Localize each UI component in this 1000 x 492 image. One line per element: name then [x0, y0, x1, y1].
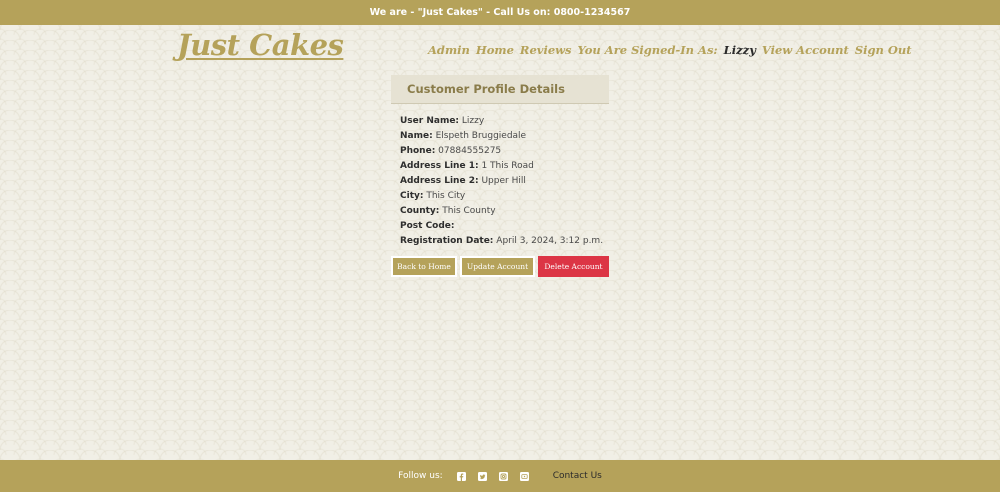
nav-view-account[interactable]: View Account: [762, 43, 849, 57]
nav-admin[interactable]: Admin: [428, 43, 470, 57]
detail-label: Name:: [400, 131, 433, 141]
detail-label: Registration Date:: [400, 236, 494, 246]
follow-us-label: Follow us:: [398, 471, 443, 481]
detail-value: 07884555275: [438, 146, 502, 156]
detail-label: County:: [400, 206, 440, 216]
detail-row-name: Name: Elspeth Bruggiedale: [400, 129, 603, 144]
detail-row-address-1: Address Line 1: 1 This Road: [400, 159, 603, 174]
profile-details: User Name: Lizzy Name: Elspeth Bruggieda…: [400, 114, 603, 249]
nav-sign-out[interactable]: Sign Out: [855, 43, 912, 57]
nav-reviews[interactable]: Reviews: [520, 43, 572, 57]
detail-value: Elspeth Bruggiedale: [435, 131, 527, 141]
detail-label: Address Line 1:: [400, 161, 479, 171]
detail-label: Post Code:: [400, 221, 455, 231]
detail-row-address-2: Address Line 2: Upper Hill: [400, 174, 603, 189]
detail-label: Address Line 2:: [400, 176, 479, 186]
facebook-icon[interactable]: [456, 471, 466, 481]
detail-row-postcode: Post Code:: [400, 219, 603, 234]
nav-home[interactable]: Home: [476, 43, 514, 57]
instagram-icon[interactable]: [498, 471, 508, 481]
detail-value: Upper Hill: [481, 176, 526, 186]
profile-card-header: Customer Profile Details: [391, 75, 609, 104]
contact-us-link[interactable]: Contact Us: [553, 471, 602, 481]
announcement-text: We are - "Just Cakes" - Call Us on: 0800…: [369, 7, 631, 18]
detail-value: Lizzy: [461, 116, 485, 126]
detail-value: 1 This Road: [481, 161, 534, 171]
back-to-home-button[interactable]: Back to Home: [391, 256, 457, 277]
detail-row-phone: Phone: 07884555275: [400, 144, 603, 159]
site-logo[interactable]: Just Cakes: [177, 28, 344, 62]
signed-in-username: Lizzy: [723, 43, 756, 57]
detail-value: This City: [426, 191, 466, 201]
detail-label: City:: [400, 191, 424, 201]
top-announcement-bar: We are - "Just Cakes" - Call Us on: 0800…: [0, 0, 1000, 25]
detail-label: Phone:: [400, 146, 436, 156]
detail-row-registration-date: Registration Date: April 3, 2024, 3:12 p…: [400, 234, 603, 249]
detail-label: User Name:: [400, 116, 460, 126]
detail-value: This County: [442, 206, 496, 216]
detail-row-city: City: This City: [400, 189, 603, 204]
main-nav: Admin Home Reviews You Are Signed-In As:…: [428, 43, 912, 57]
delete-account-button[interactable]: Delete Account: [538, 256, 609, 277]
twitter-icon[interactable]: [477, 471, 487, 481]
detail-value: April 3, 2024, 3:12 p.m.: [496, 236, 604, 246]
detail-row-username: User Name: Lizzy: [400, 114, 603, 129]
youtube-icon[interactable]: [519, 471, 529, 481]
update-account-button[interactable]: Update Account: [460, 256, 535, 277]
site-footer: Follow us: Contact Us: [0, 460, 1000, 492]
profile-heading: Customer Profile Details: [407, 82, 565, 96]
profile-actions: Back to Home Update Account Delete Accou…: [391, 256, 609, 277]
signed-in-label: You Are Signed-In As:: [577, 43, 718, 57]
detail-row-county: County: This County: [400, 204, 603, 219]
